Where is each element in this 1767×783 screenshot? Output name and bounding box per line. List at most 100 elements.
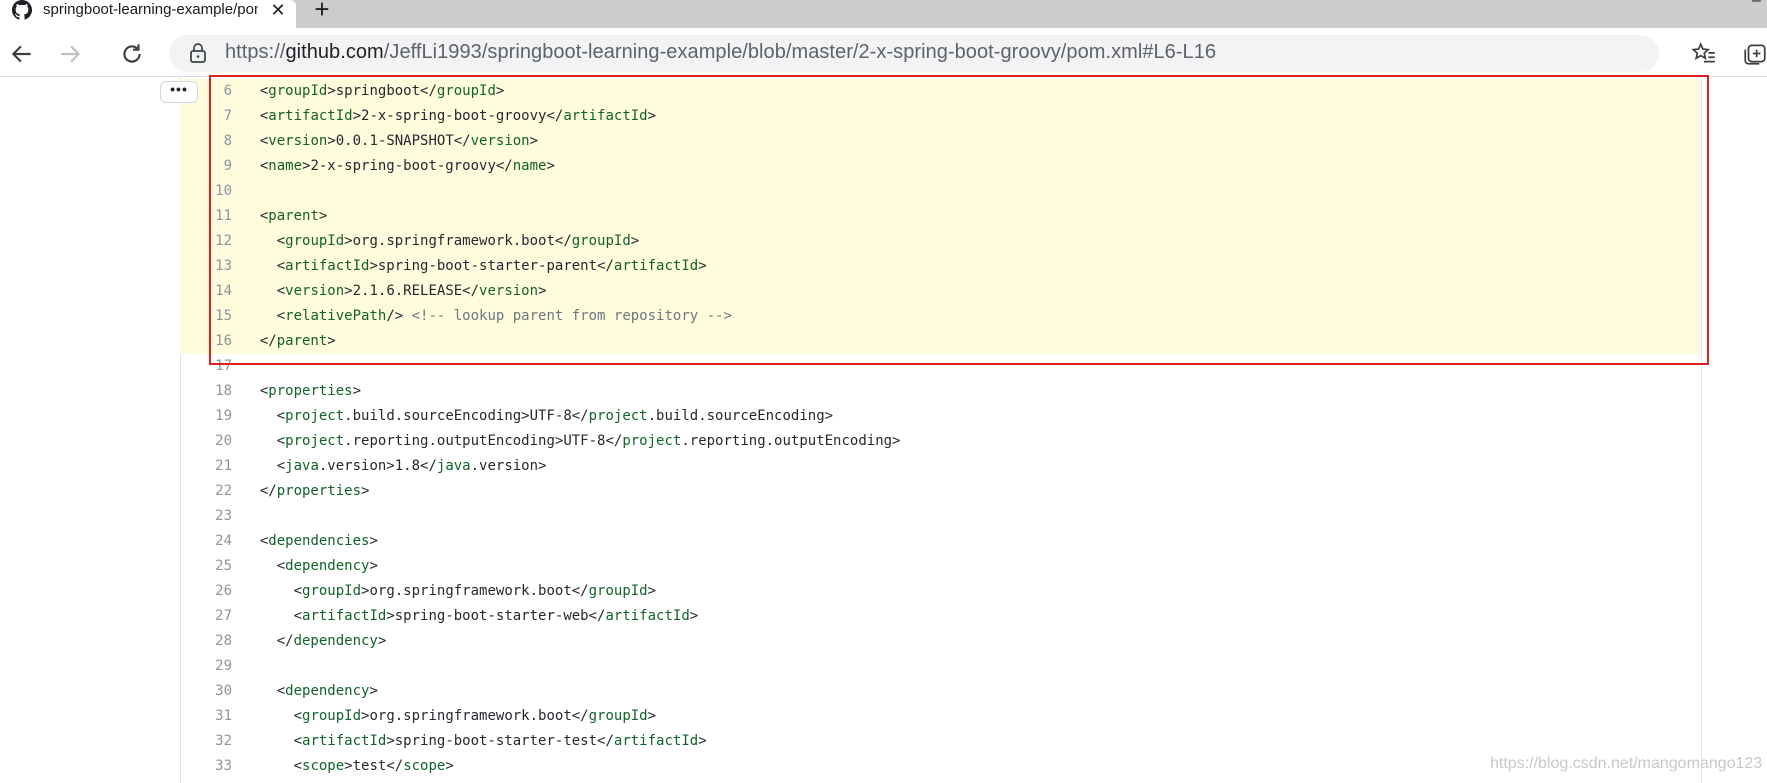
code-token: > (445, 758, 454, 774)
line-number[interactable]: 29 (180, 654, 232, 679)
code-token: .version> (470, 458, 547, 474)
code-token: > (352, 383, 362, 399)
code-text: <properties> (243, 379, 361, 404)
code-token: < (243, 708, 303, 724)
url-text: https://github.com/JeffLi1993/springboot… (225, 41, 1216, 64)
code-token: > (647, 708, 657, 724)
code-token: < (243, 758, 303, 774)
code-line: 26 <groupId>org.springframework.boot</gr… (180, 579, 1700, 604)
browser-chrome: springboot-learning-example/pom.xml ✕ + … (0, 0, 1767, 77)
xml-tag-name: properties (276, 483, 362, 499)
code-token: > (369, 683, 378, 699)
code-token: >test</ (344, 758, 404, 774)
line-number[interactable]: 23 (180, 504, 232, 529)
line-number[interactable]: 27 (180, 604, 232, 629)
code-text: <project.build.sourceEncoding>UTF-8</pro… (243, 404, 833, 429)
xml-tag-name: project (588, 408, 648, 424)
code-line: 30 <dependency> (180, 679, 1700, 704)
tab-title: springboot-learning-example/pom.xml (43, 1, 258, 18)
watermark: https://blog.csdn.net/mangomango123 (1490, 755, 1763, 772)
code-token: > (369, 533, 378, 549)
code-line: 20 <project.reporting.outputEncoding>UTF… (180, 429, 1700, 454)
code-token: < (243, 433, 286, 449)
code-line: 28 </dependency> (180, 629, 1700, 654)
url-host: github.com (285, 41, 384, 63)
code-line: 19 <project.build.sourceEncoding>UTF-8</… (180, 404, 1700, 429)
code-line: 25 <dependency> (180, 554, 1700, 579)
code-line: 33 <scope>test</scope> (180, 754, 1700, 779)
code-token: < (243, 608, 303, 624)
code-line: 27 < artifactId>spring-boot-starter-web</… (180, 604, 1700, 629)
code-token: < (243, 683, 286, 699)
navigation-bar: https://github.com/JeffLi1993/springboot… (0, 28, 1767, 77)
code-line: 22 </properties> (180, 479, 1700, 504)
xml-tag-name: project (285, 408, 345, 424)
code-token: < (243, 408, 286, 424)
xml-tag-name: artifactId (605, 608, 690, 624)
xml-tag-name: java (285, 458, 319, 474)
code-token: < (243, 583, 303, 599)
code-token: < (243, 733, 303, 749)
line-number[interactable]: 20 (180, 429, 232, 454)
xml-tag-name: dependency (293, 633, 378, 649)
code-token: >spring-boot-starter-web</ (386, 608, 606, 624)
line-number[interactable]: 31 (180, 704, 232, 729)
line-number[interactable]: 30 (180, 679, 232, 704)
line-number[interactable]: 33 (180, 754, 232, 779)
line-number[interactable]: 21 (180, 454, 232, 479)
xml-tag-name: project (285, 433, 345, 449)
code-line: 29 (180, 654, 1700, 679)
url-scheme: https:// (225, 41, 286, 63)
code-text: </properties> (243, 479, 370, 504)
code-token: > (689, 608, 699, 624)
code-text: <java.version>1.8</java.version> (243, 454, 547, 479)
lock-icon[interactable] (189, 43, 207, 63)
code-token: >spring-boot-starter-test</ (386, 733, 614, 749)
close-icon[interactable]: ✕ (268, 0, 288, 22)
forward-arrow-icon[interactable] (52, 36, 88, 72)
xml-tag-name: groupId (588, 583, 648, 599)
line-number[interactable]: 32 (180, 729, 232, 754)
xml-tag-name: dependency (285, 683, 370, 699)
code-token: > (647, 583, 657, 599)
reload-icon[interactable] (114, 36, 150, 72)
collections-icon[interactable] (1737, 36, 1767, 72)
browser-tab[interactable]: springboot-learning-example/pom.xml ✕ (0, 0, 296, 28)
github-icon (12, 0, 32, 20)
line-number[interactable]: 28 (180, 629, 232, 654)
code-line: 31 <groupId>org.springframework.boot</gr… (180, 704, 1700, 729)
code-text: <groupId>org.springframework.boot</group… (243, 579, 657, 604)
annotation-box (209, 75, 1709, 365)
xml-tag-name: groupId (588, 708, 648, 724)
back-arrow-icon[interactable] (4, 36, 40, 72)
plus-icon[interactable]: + (308, 0, 336, 24)
address-bar[interactable]: https://github.com/JeffLi1993/springboot… (169, 35, 1659, 72)
line-number[interactable]: 26 (180, 579, 232, 604)
code-token: >org.springframework.boot</ (361, 708, 589, 724)
code-token: .reporting.outputEncoding> (681, 433, 901, 449)
code-text: <artifactId>spring-boot-starter-web</art… (243, 604, 699, 629)
line-number[interactable]: 25 (180, 554, 232, 579)
line-number[interactable]: 24 (180, 529, 232, 554)
code-token: </ (243, 633, 294, 649)
xml-tag-name: scope (403, 758, 446, 774)
line-number[interactable]: 22 (180, 479, 232, 504)
code-token: > (369, 558, 378, 574)
line-options-button[interactable]: ••• (160, 81, 198, 103)
code-text: <project.reporting.outputEncoding>UTF-8<… (243, 429, 901, 454)
xml-tag-name: properties (268, 383, 353, 399)
line-number[interactable]: 19 (180, 404, 232, 429)
favorites-icon[interactable] (1686, 36, 1722, 72)
code-token: < (243, 533, 269, 549)
xml-tag-name: scope (302, 758, 345, 774)
code-line: 23 (180, 504, 1700, 529)
code-text: <groupId>org.springframework.boot</group… (243, 704, 657, 729)
code-token: > (377, 633, 387, 649)
line-number[interactable]: 18 (180, 379, 232, 404)
tab-strip: springboot-learning-example/pom.xml ✕ + … (0, 0, 1767, 28)
minimize-icon[interactable]: – (1752, 0, 1761, 10)
code-text: </dependency> (243, 629, 387, 654)
xml-tag-name: artifactId (613, 733, 699, 749)
xml-tag-name: groupId (302, 583, 362, 599)
code-token: >org.springframework.boot</ (361, 583, 589, 599)
